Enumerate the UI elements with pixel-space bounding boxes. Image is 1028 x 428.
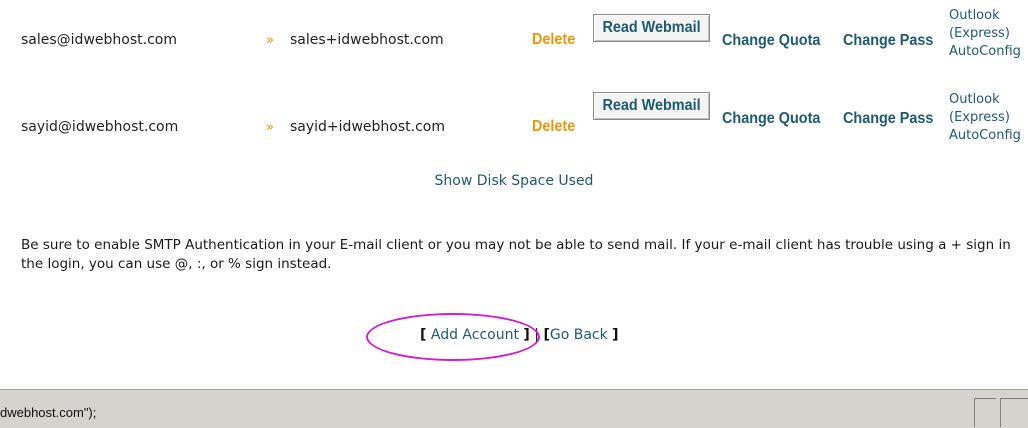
change-quota-link[interactable]: Change Quota: [722, 110, 820, 128]
arrow-icon: »: [266, 33, 274, 48]
nav-separator: |: [534, 327, 539, 343]
arrow-icon: »: [266, 120, 274, 135]
smtp-auth-notice: Be sure to enable SMTP Authentication in…: [21, 237, 1011, 272]
status-bar: [0, 388, 1028, 428]
account-nav: [ Add Account ] | [Go Back ]: [420, 327, 619, 343]
account-row: sayid@idwebhost.com » sayid+idwebhost.co…: [0, 84, 1028, 164]
status-panel: [1000, 398, 1028, 427]
close-bracket: ]: [523, 327, 530, 343]
read-webmail-button[interactable]: Read Webmail: [593, 14, 710, 42]
change-pass-link[interactable]: Change Pass: [843, 32, 933, 50]
outlook-autoconfig-link[interactable]: Outlook (Express) AutoConfig: [949, 91, 1021, 145]
account-email: sales@idwebhost.com: [21, 32, 177, 48]
account-email: sayid@idwebhost.com: [21, 119, 179, 135]
go-back-link[interactable]: Go Back: [550, 327, 608, 343]
delete-link[interactable]: Delete: [532, 118, 575, 136]
email-accounts-page: sales@idwebhost.com » sales+idwebhost.co…: [0, 0, 1028, 388]
account-row: sales@idwebhost.com » sales+idwebhost.co…: [0, 0, 1028, 80]
status-panel: [974, 398, 996, 427]
add-account-link[interactable]: Add Account: [431, 327, 519, 343]
status-bar-text: dwebhost.com");: [0, 405, 97, 420]
account-login: sales+idwebhost.com: [290, 32, 444, 48]
account-login: sayid+idwebhost.com: [290, 119, 445, 135]
open-bracket: [: [420, 327, 427, 343]
change-pass-link[interactable]: Change Pass: [843, 110, 933, 128]
read-webmail-button[interactable]: Read Webmail: [593, 92, 710, 120]
change-quota-link[interactable]: Change Quota: [722, 32, 820, 50]
close-bracket: ]: [612, 327, 619, 343]
show-disk-space-link[interactable]: Show Disk Space Used: [0, 173, 1028, 189]
outlook-autoconfig-link[interactable]: Outlook (Express) AutoConfig: [949, 7, 1021, 61]
delete-link[interactable]: Delete: [532, 31, 575, 49]
